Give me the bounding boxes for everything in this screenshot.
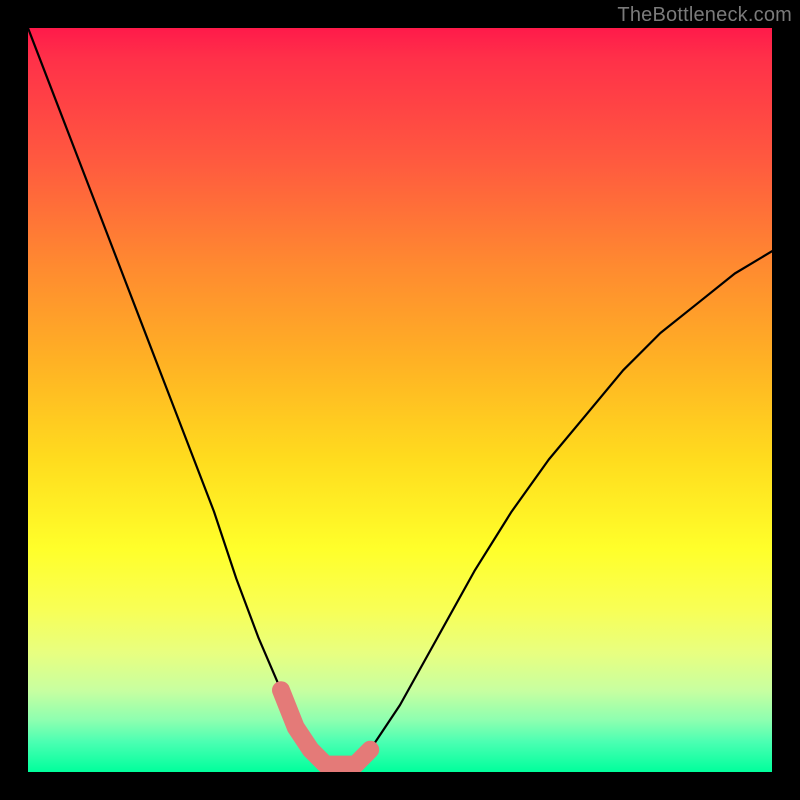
bottleneck-curve: [28, 28, 772, 765]
watermark-text: TheBottleneck.com: [617, 4, 792, 27]
plot-area: [28, 28, 772, 772]
chart-frame: TheBottleneck.com: [0, 0, 800, 800]
highlight-range: [281, 690, 370, 764]
curve-overlay: [28, 28, 772, 772]
